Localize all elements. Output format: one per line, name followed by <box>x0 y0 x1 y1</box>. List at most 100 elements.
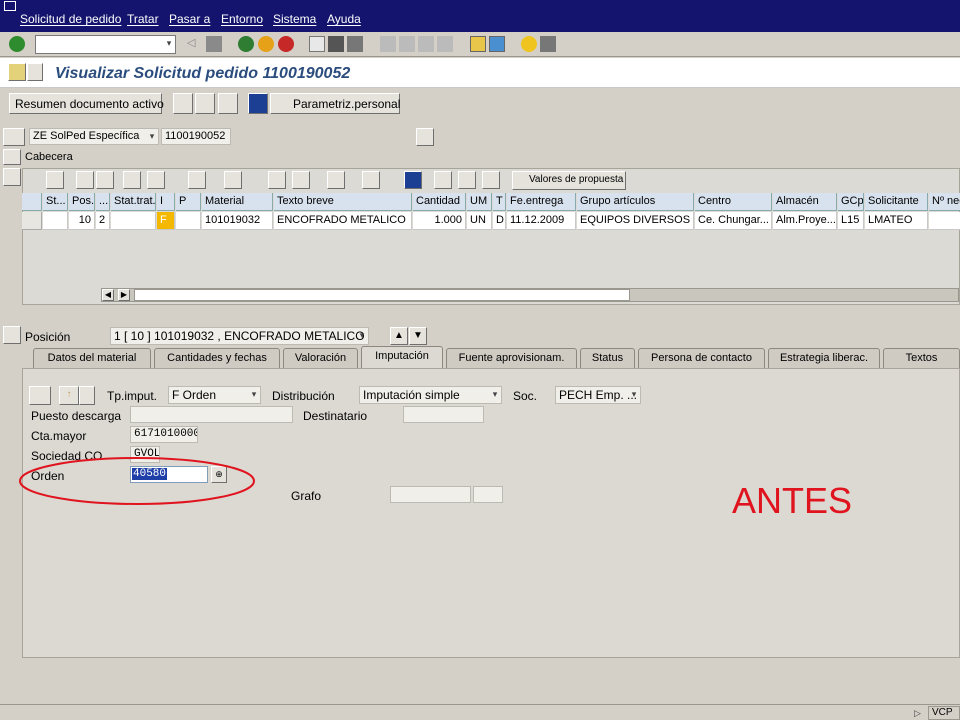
column-header-n-nec[interactable]: Nº nec. <box>929 193 960 211</box>
summary-button[interactable]: Resumen documento activo <box>9 93 164 114</box>
new-doc-icon[interactable] <box>173 93 193 114</box>
tab-status[interactable]: Status <box>580 348 635 368</box>
first-page-icon[interactable] <box>380 36 396 52</box>
tab-textos[interactable]: Textos <box>883 348 960 368</box>
prev-item-icon[interactable]: ▲ <box>390 327 408 345</box>
column-header-t[interactable]: T <box>493 193 506 211</box>
column-header-um[interactable]: UM <box>467 193 492 211</box>
other-request-icon[interactable] <box>8 63 26 81</box>
sort-desc-icon[interactable] <box>96 171 114 189</box>
layout-menu-icon[interactable] <box>540 36 556 52</box>
puesto-descarga-field[interactable] <box>130 406 293 423</box>
tab-fuente-aprovisionam[interactable]: Fuente aprovisionam. <box>446 348 577 368</box>
cell-material[interactable]: 101019032 <box>202 212 273 230</box>
cell-almacen[interactable]: Alm.Proye... <box>773 212 837 230</box>
tab-imputacion[interactable]: Imputación <box>361 346 443 369</box>
sum-icon[interactable] <box>188 171 206 189</box>
find-next-icon[interactable] <box>347 36 363 52</box>
grid-info-icon[interactable] <box>404 171 422 189</box>
grafo-field[interactable] <box>390 486 471 503</box>
doc-number-field[interactable]: 1100190052 <box>161 128 231 145</box>
details-icon[interactable] <box>46 171 64 189</box>
cell-gcp[interactable]: L15 <box>838 212 864 230</box>
tree-icon[interactable] <box>458 171 476 189</box>
shortcut-icon[interactable] <box>489 36 505 52</box>
cell-grupo-articulos[interactable]: EQUIPOS DIVERSOS <box>577 212 694 230</box>
cell-t[interactable]: D <box>493 212 506 230</box>
cancel-icon[interactable] <box>278 36 294 52</box>
menu-ayuda[interactable]: Ayuda <box>327 12 361 26</box>
dropdown-icon[interactable]: ▾ <box>249 388 259 401</box>
column-header-cantidad[interactable]: Cantidad <box>413 193 466 211</box>
export-icon[interactable] <box>327 171 345 189</box>
personal-settings-button[interactable]: Parametriz.personal <box>270 93 400 114</box>
back-arrow-icon[interactable]: ◁ <box>187 36 203 52</box>
proposal-values-button[interactable]: Valores de propuesta <box>512 171 626 190</box>
destinatario-field[interactable] <box>403 406 484 423</box>
position-select[interactable]: 1 [ 10 ] 101019032 , ENCOFRADO METALICO … <box>110 327 369 345</box>
filter-icon[interactable] <box>147 171 165 189</box>
menu-entorno[interactable]: Entorno <box>221 12 263 26</box>
distribucion-select[interactable]: Imputación simple ▾ <box>359 386 502 404</box>
info-icon[interactable] <box>248 93 268 114</box>
sort-asc-icon[interactable] <box>76 171 94 189</box>
print-preview-icon[interactable] <box>268 171 286 189</box>
next-item-icon[interactable]: ▼ <box>409 327 427 345</box>
cta-mayor-field[interactable]: 6171010000 <box>130 426 198 443</box>
column-header-st[interactable]: St... <box>43 193 68 211</box>
dropdown-icon[interactable]: ▾ <box>629 388 639 401</box>
shopping-cart-icon[interactable] <box>3 128 25 146</box>
tab-valoracion[interactable]: Valoración <box>283 348 358 368</box>
cell-texto-breve[interactable]: ENCOFRADO METALICO <box>274 212 412 230</box>
tab-persona-contacto[interactable]: Persona de contacto <box>638 348 765 368</box>
cell-solicitante[interactable]: LMATEO <box>865 212 928 230</box>
sort-icon[interactable]: ↑ <box>59 386 79 405</box>
print-icon[interactable] <box>309 36 325 52</box>
other-doc-icon[interactable] <box>218 93 238 114</box>
cell-sub[interactable]: 2 <box>96 212 110 230</box>
views-icon[interactable] <box>292 171 310 189</box>
row-selector[interactable] <box>22 212 42 230</box>
tab-datos-material[interactable]: Datos del material <box>33 348 151 368</box>
menu-tratar[interactable]: Tratar <box>127 12 159 26</box>
cell-centro[interactable]: Ce. Chungar... <box>695 212 772 230</box>
grafo-op-field[interactable] <box>473 486 503 503</box>
next-page-icon[interactable] <box>418 36 434 52</box>
prev-page-icon[interactable] <box>399 36 415 52</box>
cell-i[interactable]: F <box>157 212 175 230</box>
back-icon[interactable] <box>238 36 254 52</box>
column-header-almacen[interactable]: Almacén <box>773 193 837 211</box>
status-expand-icon[interactable]: ▷ <box>914 707 926 719</box>
collapse-items-icon[interactable] <box>3 168 21 186</box>
title-dropdown-icon[interactable] <box>27 63 43 81</box>
scroll-thumb[interactable] <box>134 289 630 301</box>
cell-stat-trat[interactable] <box>111 212 156 230</box>
tab-cantidades-fechas[interactable]: Cantidades y fechas <box>154 348 280 368</box>
column-header-solicitante[interactable]: Solicitante <box>865 193 928 211</box>
enter-icon[interactable] <box>9 36 25 52</box>
column-header-grupo-articulos[interactable]: Grupo artículos <box>577 193 694 211</box>
menu-pasar-a[interactable]: Pasar a <box>169 12 210 26</box>
select-all-icon[interactable] <box>22 193 42 211</box>
find-icon[interactable] <box>328 36 344 52</box>
column-header-fe-entrega[interactable]: Fe.entrega <box>507 193 576 211</box>
column-header-stat-trat[interactable]: Stat.trat. <box>111 193 156 211</box>
dropdown-icon[interactable]: ▾ <box>147 130 157 143</box>
copy-icon[interactable] <box>434 171 452 189</box>
menu-sistema[interactable]: Sistema <box>273 12 316 26</box>
multiple-account-icon[interactable] <box>29 386 51 405</box>
cell-um[interactable]: UN <box>467 212 492 230</box>
find-icon[interactable] <box>123 171 141 189</box>
column-header-texto-breve[interactable]: Texto breve <box>274 193 412 211</box>
scroll-left-icon[interactable]: ◀ <box>102 289 114 301</box>
cell-n-nec[interactable] <box>929 212 960 230</box>
cell-pos[interactable]: 10 <box>69 212 95 230</box>
soc-select[interactable]: PECH Emp. ... ▾ <box>555 386 641 404</box>
column-header-material[interactable]: Material <box>202 193 273 211</box>
dropdown-icon[interactable]: ▾ <box>164 37 174 50</box>
column-header-gcp[interactable]: GCp <box>838 193 864 211</box>
doc-type-select[interactable]: ZE SolPed Específica ▾ <box>29 128 159 145</box>
tab-estrategia-liberac[interactable]: Estrategia liberac. <box>768 348 880 368</box>
menu-solicitud[interactable]: Solicitud de pedido <box>20 12 121 26</box>
column-header-centro[interactable]: Centro <box>695 193 772 211</box>
